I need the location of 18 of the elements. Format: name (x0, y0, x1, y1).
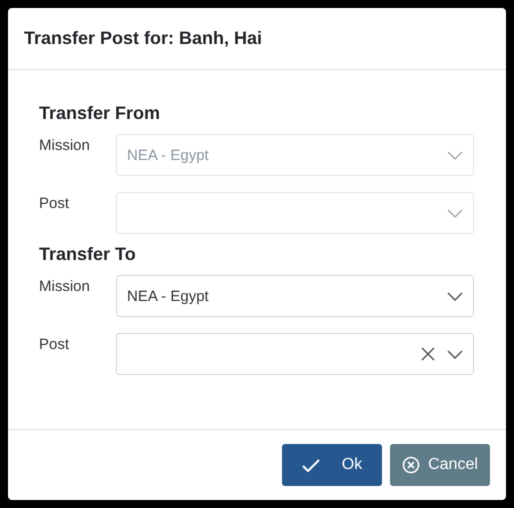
chevron-down-icon[interactable] (447, 292, 463, 300)
dropdown-field[interactable]: NEA - Egypt (116, 275, 474, 317)
section-heading: Transfer To (39, 244, 137, 265)
cancel-button[interactable]: Cancel (390, 444, 490, 486)
dropdown-field[interactable] (116, 333, 474, 375)
field-label: Post (39, 335, 70, 353)
field-value: NEA - Egypt (127, 288, 210, 304)
field-label: Mission (39, 277, 91, 295)
section-heading: Transfer From (39, 103, 162, 124)
clear-icon[interactable] (421, 347, 435, 361)
chevron-down-icon[interactable] (447, 350, 463, 358)
cancel-circle-icon (402, 456, 420, 474)
field-value: NEA - Egypt (127, 146, 210, 164)
field-label: Post (39, 194, 70, 212)
ok-button[interactable]: Ok (282, 444, 382, 486)
field-label: Mission (39, 136, 91, 154)
dialog-title: Transfer Post for: Banh, Hai (24, 28, 262, 49)
check-icon (302, 458, 320, 472)
